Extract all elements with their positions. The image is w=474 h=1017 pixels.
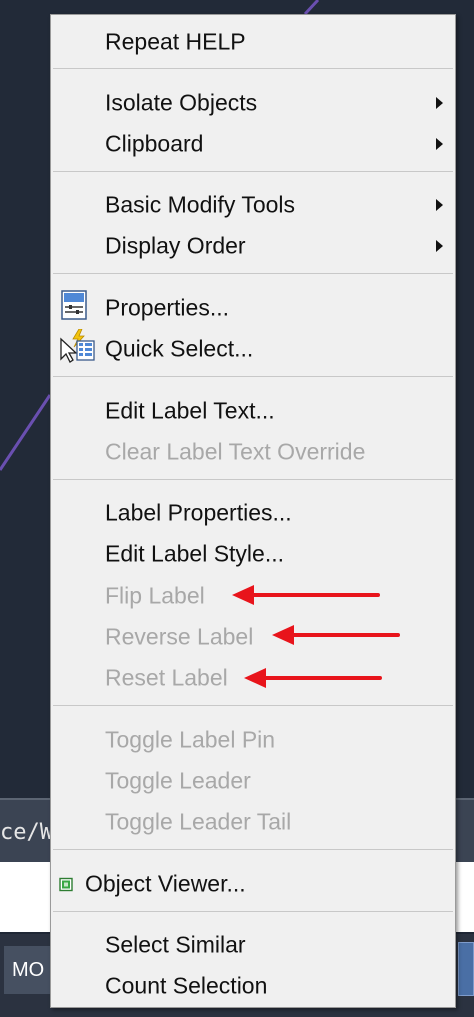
menu-item-label: Basic Modify Tools xyxy=(105,191,296,217)
menu-separator xyxy=(53,705,453,706)
menu-item-label: Quick Select... xyxy=(105,335,254,361)
menu-item-label: Display Order xyxy=(105,232,246,258)
menu-item-label: Toggle Label Pin xyxy=(105,726,276,752)
submenu-arrow-icon xyxy=(436,137,443,150)
menu-item-label: Clear Label Text Override xyxy=(105,438,366,464)
menu-separator xyxy=(53,171,453,172)
status-bar-button[interactable] xyxy=(458,942,474,996)
menu-separator xyxy=(53,68,453,69)
menu-item-label: Properties... xyxy=(105,294,229,320)
menu-separator xyxy=(53,376,453,377)
object-viewer-icon xyxy=(59,870,73,897)
menu-item-label: Edit Label Text... xyxy=(105,397,275,423)
submenu-arrow-icon xyxy=(436,96,443,109)
context-menu: Repeat HELP Isolate Objects Clipboard Ba… xyxy=(50,14,456,1008)
menu-item-isolate-objects[interactable]: Isolate Objects xyxy=(51,82,455,123)
menu-item-object-viewer[interactable]: Object Viewer... xyxy=(51,863,455,904)
menu-item-label-properties[interactable]: Label Properties... xyxy=(51,492,455,533)
menu-item-quick-select[interactable]: Quick Select... xyxy=(51,328,455,369)
menu-item-count-selection[interactable]: Count Selection xyxy=(51,965,455,1006)
annotation-arrow-flip-label xyxy=(232,585,380,605)
menu-item-basic-modify-tools[interactable]: Basic Modify Tools xyxy=(51,184,455,225)
menu-item-label: Reverse Label xyxy=(105,623,254,649)
menu-item-label: Repeat HELP xyxy=(105,28,246,54)
menu-item-clear-label-text-override[interactable]: Clear Label Text Override xyxy=(51,431,455,472)
menu-item-label: Label Properties... xyxy=(105,499,292,525)
menu-item-label: Toggle Leader Tail xyxy=(105,808,292,834)
submenu-arrow-icon xyxy=(436,239,443,252)
menu-item-label: Edit Label Style... xyxy=(105,540,284,566)
menu-item-edit-label-text[interactable]: Edit Label Text... xyxy=(51,390,455,431)
menu-item-label: Flip Label xyxy=(105,582,205,608)
menu-item-label: Reset Label xyxy=(105,664,228,690)
quick-select-icon xyxy=(57,328,97,369)
menu-item-display-order[interactable]: Display Order xyxy=(51,225,455,266)
menu-item-label: Toggle Leader xyxy=(105,767,251,793)
menu-item-select-similar[interactable]: Select Similar xyxy=(51,924,455,965)
menu-separator xyxy=(53,911,453,912)
menu-item-repeat-help[interactable]: Repeat HELP xyxy=(51,21,455,62)
menu-separator xyxy=(53,479,453,480)
menu-item-label: Object Viewer... xyxy=(85,870,246,896)
menu-item-clipboard[interactable]: Clipboard xyxy=(51,123,455,164)
menu-item-toggle-leader[interactable]: Toggle Leader xyxy=(51,760,455,801)
menu-item-label: Count Selection xyxy=(105,972,268,998)
menu-item-properties[interactable]: Properties... xyxy=(51,287,455,328)
model-tab[interactable]: MO xyxy=(4,946,50,994)
menu-item-label: Clipboard xyxy=(105,130,204,156)
properties-icon xyxy=(61,289,87,326)
submenu-arrow-icon xyxy=(436,198,443,211)
annotation-arrow-reset-label xyxy=(244,668,382,688)
menu-item-toggle-leader-tail[interactable]: Toggle Leader Tail xyxy=(51,801,455,842)
annotation-arrow-reverse-label xyxy=(272,625,400,645)
menu-separator xyxy=(53,849,453,850)
menu-item-label: Select Similar xyxy=(105,931,246,957)
menu-item-edit-label-style[interactable]: Edit Label Style... xyxy=(51,533,455,574)
menu-item-toggle-label-pin[interactable]: Toggle Label Pin xyxy=(51,719,455,760)
menu-separator xyxy=(53,273,453,274)
menu-item-label: Isolate Objects xyxy=(105,89,258,115)
